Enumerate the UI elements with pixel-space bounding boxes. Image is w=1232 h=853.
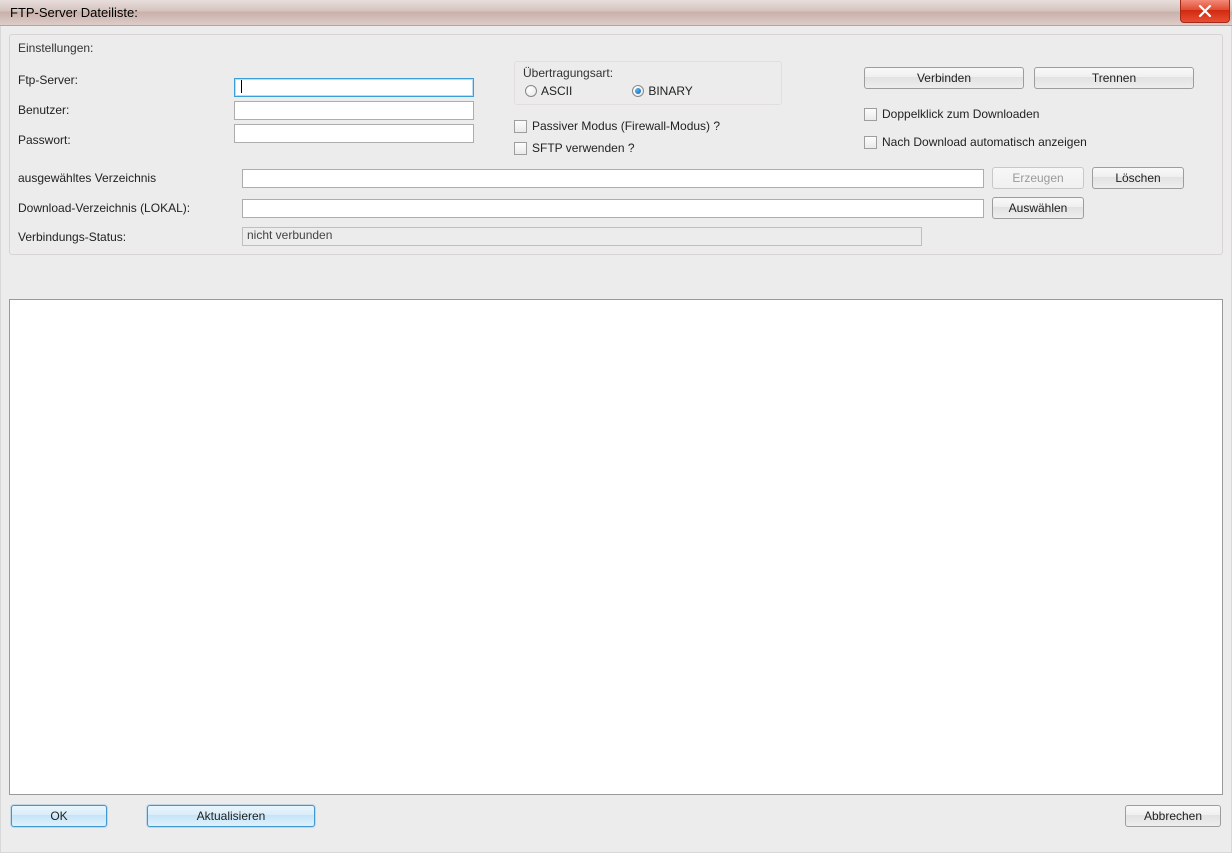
ftp-server-input[interactable] — [234, 78, 474, 97]
selected-directory-row: ausgewähltes Verzeichnis Erzeugen Lösche… — [18, 167, 1214, 189]
checkbox-passive-label: Passiver Modus (Firewall-Modus) ? — [532, 119, 720, 133]
transfer-type-box: Übertragungsart: ASCII BINARY — [514, 61, 782, 105]
label-user: Benutzer: — [18, 95, 234, 125]
bottom-button-bar: OK Aktualisieren Abbrechen — [5, 795, 1227, 831]
radio-icon — [525, 85, 537, 97]
radio-binary-label: BINARY — [648, 84, 692, 98]
settings-upper-row: Ftp-Server: Benutzer: Passwort: Übertrag… — [18, 61, 1214, 159]
download-directory-row: Download-Verzeichnis (LOKAL): Auswählen — [18, 197, 1214, 219]
checkbox-sftp-label: SFTP verwenden ? — [532, 141, 635, 155]
checkbox-use-sftp[interactable]: SFTP verwenden ? — [514, 141, 635, 155]
close-button[interactable] — [1180, 0, 1230, 23]
refresh-button[interactable]: Aktualisieren — [147, 805, 315, 827]
connection-status-field: nicht verbunden — [242, 227, 922, 246]
label-password: Passwort: — [18, 125, 234, 155]
workspace: Einstellungen: Ftp-Server: Benutzer: Pas… — [0, 26, 1232, 853]
checkbox-doubleclick-download[interactable]: Doppelklick zum Downloaden — [864, 107, 1039, 121]
directory-button-pair: Erzeugen Löschen — [992, 167, 1184, 189]
radio-icon — [632, 85, 644, 97]
radio-ascii[interactable]: ASCII — [525, 84, 572, 98]
inputs-column — [234, 74, 478, 147]
labels-column: Ftp-Server: Benutzer: Passwort: — [18, 65, 234, 155]
selected-directory-input[interactable] — [242, 169, 984, 188]
delete-directory-button[interactable]: Löschen — [1092, 167, 1184, 189]
settings-group: Einstellungen: Ftp-Server: Benutzer: Pas… — [9, 34, 1223, 255]
label-connection-status: Verbindungs-Status: — [18, 230, 234, 244]
radio-binary[interactable]: BINARY — [632, 84, 692, 98]
checkbox-icon — [514, 142, 527, 155]
checkbox-passive-mode[interactable]: Passiver Modus (Firewall-Modus) ? — [514, 119, 720, 133]
ok-button[interactable]: OK — [11, 805, 107, 827]
file-list-area[interactable] — [9, 299, 1223, 795]
checkbox-auto-show-label: Nach Download automatisch anzeigen — [882, 135, 1087, 149]
cancel-button[interactable]: Abbrechen — [1125, 805, 1221, 827]
checkbox-icon — [514, 120, 527, 133]
mid-column: Übertragungsart: ASCII BINARY — [478, 61, 844, 159]
label-ftp-server: Ftp-Server: — [18, 65, 234, 95]
checkbox-icon — [864, 108, 877, 121]
download-button-pair: Auswählen — [992, 197, 1084, 219]
transfer-radio-row: ASCII BINARY — [523, 84, 773, 98]
window-title: FTP-Server Dateiliste: — [10, 5, 138, 20]
connect-button-row: Verbinden Trennen — [864, 67, 1214, 89]
password-input[interactable] — [234, 124, 474, 143]
title-bar: FTP-Server Dateiliste: — [0, 0, 1232, 26]
download-directory-input[interactable] — [242, 199, 984, 218]
user-input[interactable] — [234, 101, 474, 120]
label-selected-directory: ausgewähltes Verzeichnis — [18, 171, 234, 185]
close-icon — [1198, 5, 1212, 17]
checkbox-auto-show[interactable]: Nach Download automatisch anzeigen — [864, 135, 1087, 149]
label-download-directory: Download-Verzeichnis (LOKAL): — [18, 201, 234, 215]
radio-ascii-label: ASCII — [541, 84, 572, 98]
checkbox-doubleclick-label: Doppelklick zum Downloaden — [882, 107, 1039, 121]
checkbox-icon — [864, 136, 877, 149]
right-column: Verbinden Trennen Doppelklick zum Downlo… — [844, 67, 1214, 153]
connect-button[interactable]: Verbinden — [864, 67, 1024, 89]
connection-status-row: Verbindungs-Status: nicht verbunden — [18, 227, 1214, 246]
create-directory-button[interactable]: Erzeugen — [992, 167, 1084, 189]
transfer-type-caption: Übertragungsart: — [523, 66, 773, 80]
settings-legend: Einstellungen: — [18, 37, 1214, 61]
disconnect-button[interactable]: Trennen — [1034, 67, 1194, 89]
choose-download-dir-button[interactable]: Auswählen — [992, 197, 1084, 219]
